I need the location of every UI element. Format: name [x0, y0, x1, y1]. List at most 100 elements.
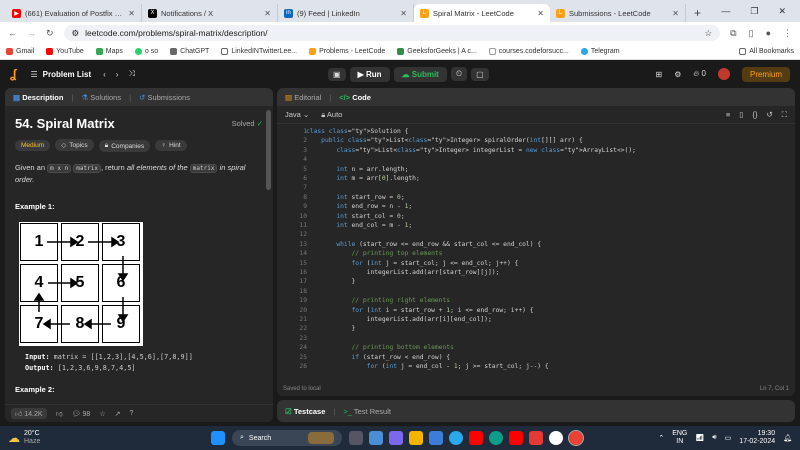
- language-select[interactable]: Java ⌄: [285, 110, 309, 119]
- teams-icon[interactable]: [389, 431, 403, 445]
- tab-editorial[interactable]: ▤ Editorial: [285, 93, 321, 102]
- browser-tab[interactable]: X Notifications / X ✕: [142, 4, 278, 22]
- code-line[interactable]: class="ty">List<class="ty">Integer> inte…: [306, 147, 636, 154]
- code-line[interactable]: int m = arr[0].length;: [306, 175, 419, 182]
- tab-submissions[interactable]: ↺ Submissions: [139, 93, 190, 102]
- code-line[interactable]: int start_row = 0;: [306, 194, 404, 201]
- code-line[interactable]: integerList.add(arr[start_row][j]);: [306, 269, 500, 276]
- close-icon[interactable]: ✕: [128, 9, 135, 18]
- code-line[interactable]: public class="ty">List<class="ty">Intege…: [306, 137, 583, 144]
- next-problem-icon[interactable]: ›: [116, 70, 119, 79]
- like-button[interactable]: 👍︎ 14.2K: [11, 408, 47, 419]
- bookmark-item[interactable]: ChatGPT: [170, 48, 209, 55]
- auto-toggle[interactable]: 🔒︎ Auto: [321, 110, 342, 120]
- weather-widget[interactable]: 20°C Haze: [24, 430, 40, 446]
- volume-icon[interactable]: 🔊︎: [712, 434, 716, 442]
- timer-icon[interactable]: ⏲: [450, 67, 468, 81]
- companies-button[interactable]: 🔒︎ Companies: [98, 140, 151, 152]
- shuffle-icon[interactable]: ⤨: [128, 69, 134, 79]
- chrome-icon[interactable]: [568, 430, 584, 446]
- menu-icon[interactable]: ⋮: [783, 28, 792, 39]
- bookmark-item[interactable]: GeeksforGeeks | A c...: [397, 48, 477, 55]
- tab-code[interactable]: </> Code: [339, 93, 371, 102]
- difficulty-badge[interactable]: Medium: [15, 140, 51, 151]
- store-icon[interactable]: [429, 431, 443, 445]
- settings-icon[interactable]: ⚙: [674, 70, 681, 79]
- close-icon[interactable]: ✕: [264, 9, 271, 18]
- premium-button[interactable]: Premium: [741, 66, 790, 82]
- leetcode-logo[interactable]: ʆ: [10, 67, 16, 81]
- fullscreen-icon[interactable]: ⛶: [782, 110, 787, 120]
- browser-tab[interactable]: ▶ (661) Evaluation of Postfix Expr ✕: [6, 4, 142, 22]
- wifi-icon[interactable]: 📶︎: [695, 434, 704, 442]
- layout-icon[interactable]: ⊞: [656, 70, 663, 79]
- star-icon[interactable]: ☆: [99, 410, 105, 418]
- github-icon[interactable]: [549, 431, 563, 445]
- scrollbar[interactable]: [266, 110, 271, 190]
- debug-button[interactable]: ▣: [328, 67, 346, 81]
- bookmark-item[interactable]: Gmail: [6, 48, 34, 55]
- topics-button[interactable]: ◇ Topics: [55, 139, 94, 151]
- forward-icon[interactable]: →: [27, 28, 36, 38]
- bookmark-item[interactable]: o so: [134, 48, 158, 55]
- run-button[interactable]: ▶ Run: [349, 66, 390, 82]
- battery-icon[interactable]: ▭: [725, 434, 732, 442]
- close-icon[interactable]: ✕: [537, 9, 544, 18]
- code-editor[interactable]: 1 class class="ty">Solution {2 public cla…: [277, 124, 795, 378]
- notes-icon[interactable]: ▢: [471, 67, 489, 81]
- url-field[interactable]: ⚙ leetcode.com/problems/spiral-matrix/de…: [63, 25, 721, 41]
- bookmark-item[interactable]: YouTube: [46, 48, 84, 55]
- tab-description[interactable]: ▤ Description: [13, 93, 63, 102]
- code-line[interactable]: if (start_row < end_row) {: [306, 354, 451, 361]
- maximize-icon[interactable]: ❐: [750, 6, 758, 17]
- close-icon[interactable]: ✕: [400, 9, 407, 18]
- site-info-icon[interactable]: ⚙: [72, 28, 80, 39]
- tab-solutions[interactable]: ⚗ Solutions: [81, 93, 121, 102]
- youtube-icon[interactable]: [469, 431, 483, 445]
- code-line[interactable]: integerList.add(arr[i][end_col]);: [306, 316, 492, 323]
- reset-icon[interactable]: ↺: [766, 110, 772, 120]
- code-line[interactable]: // printing bottom elements: [306, 344, 453, 351]
- extensions-icon[interactable]: ⧉: [730, 28, 736, 39]
- widgets-icon[interactable]: [369, 431, 383, 445]
- app-icon[interactable]: [529, 431, 543, 445]
- prev-problem-icon[interactable]: ‹: [103, 70, 106, 79]
- code-line[interactable]: // printing right elements: [306, 297, 450, 304]
- reload-icon[interactable]: ↻: [46, 28, 54, 39]
- back-icon[interactable]: ←: [8, 28, 17, 38]
- browser-tab[interactable]: L Submissions - LeetCode ✕: [550, 4, 686, 22]
- edge-icon[interactable]: [489, 431, 503, 445]
- hint-button[interactable]: ♀ Hint: [155, 140, 187, 151]
- bookmark-item[interactable]: courses.codeforsucc...: [488, 48, 569, 55]
- code-line[interactable]: int end_row = n - 1;: [306, 203, 412, 210]
- code-line[interactable]: for (int i = start_row + 1; i <= end_row…: [306, 307, 534, 314]
- code-line[interactable]: int n = arr.length;: [306, 166, 408, 173]
- code-line[interactable]: for (int j = end_col - 1; j >= start_col…: [306, 363, 549, 370]
- problem-list-link[interactable]: Problem List: [43, 70, 91, 79]
- help-icon[interactable]: ?: [129, 410, 133, 417]
- notification-icon[interactable]: 🔔︎: [783, 434, 792, 442]
- tab-test-result[interactable]: >_ Test Result: [343, 407, 391, 416]
- browser-tab-active[interactable]: L Spiral Matrix - LeetCode ✕: [414, 4, 550, 22]
- all-bookmarks[interactable]: All Bookmarks: [739, 48, 794, 55]
- code-line[interactable]: }: [306, 278, 355, 285]
- code-line[interactable]: int end_col = m - 1;: [306, 222, 412, 229]
- dislike-icon[interactable]: 👎︎: [56, 409, 63, 418]
- file-explorer-icon[interactable]: [409, 431, 423, 445]
- browser-tab[interactable]: in (9) Feed | LinkedIn ✕: [278, 4, 414, 22]
- bookmark-icon[interactable]: ▯: [739, 110, 743, 120]
- taskbar-search[interactable]: ⌕ Search: [232, 430, 342, 446]
- bookmark-star-icon[interactable]: ☆: [705, 28, 713, 39]
- code-line[interactable]: // printing top elements: [306, 250, 442, 257]
- bookmark-item[interactable]: Telegram: [580, 48, 620, 55]
- minimize-icon[interactable]: —: [721, 6, 730, 16]
- comments-button[interactable]: 💬︎ 98: [72, 410, 91, 418]
- code-brackets-icon[interactable]: {}: [752, 110, 757, 120]
- streak-fire-icon[interactable]: 🔥︎ 0: [693, 69, 706, 79]
- avatar[interactable]: [717, 68, 730, 80]
- windows-start-icon[interactable]: [211, 431, 225, 445]
- code-line[interactable]: while (start_row <= end_row && start_col…: [306, 241, 541, 248]
- bookmark-item[interactable]: Maps: [95, 48, 123, 55]
- youtube-icon[interactable]: [509, 431, 523, 445]
- sidebar-icon[interactable]: ▯: [749, 28, 754, 39]
